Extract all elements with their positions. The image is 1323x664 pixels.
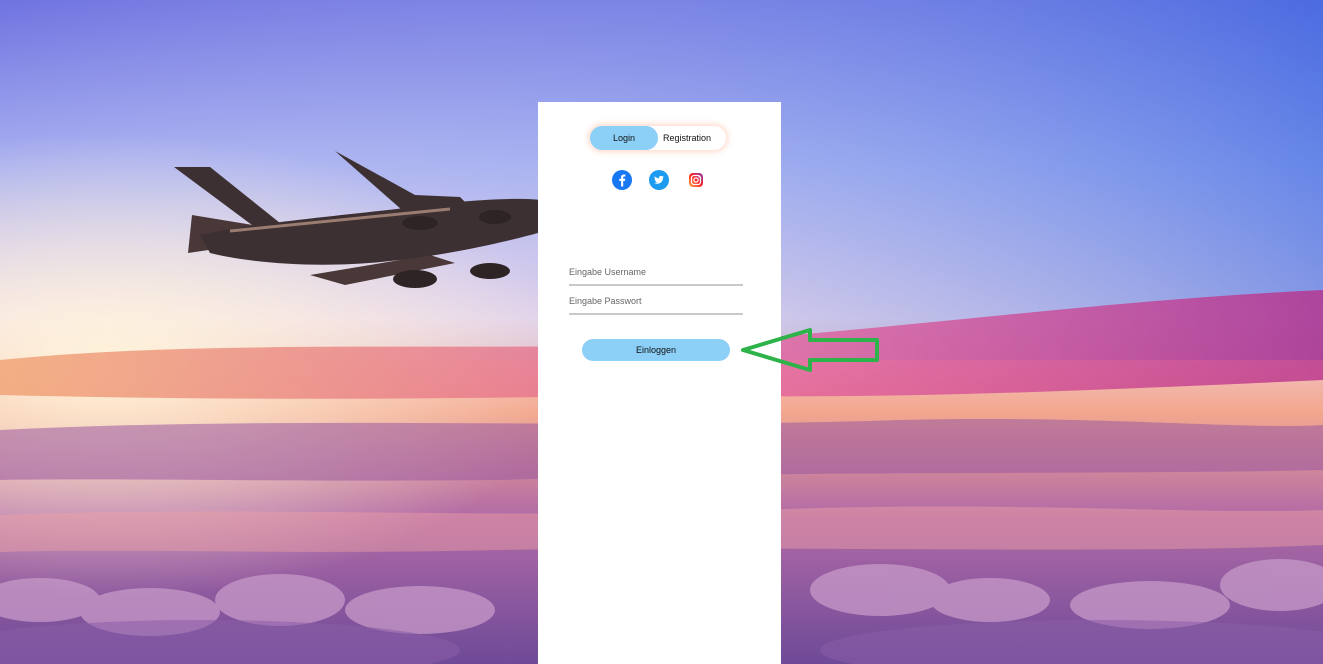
login-registration-tab-switch: Registration Login	[590, 126, 726, 150]
password-input[interactable]	[569, 289, 743, 315]
login-panel: Registration Login Eingabe Username Einl…	[538, 102, 781, 664]
instagram-icon[interactable]	[686, 170, 706, 190]
twitter-icon[interactable]	[649, 170, 669, 190]
username-input[interactable]	[569, 260, 743, 286]
social-login-row	[612, 170, 712, 190]
annotation-arrow-icon	[738, 326, 883, 374]
login-page: Registration Login Eingabe Username Einl…	[0, 0, 1323, 664]
airplane-image	[170, 145, 550, 305]
tab-login[interactable]: Login	[590, 126, 658, 150]
login-button[interactable]: Einloggen	[582, 339, 730, 361]
facebook-icon[interactable]	[612, 170, 632, 190]
tab-registration[interactable]: Registration	[654, 126, 720, 150]
